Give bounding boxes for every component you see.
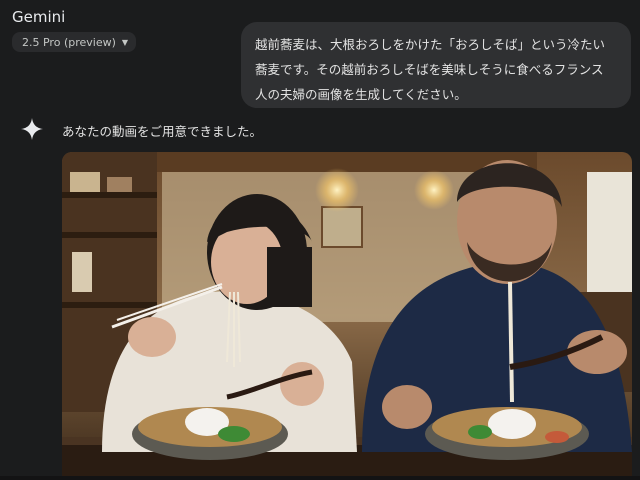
user-message-line: 人の夫婦の画像を生成してください。 [255, 87, 467, 102]
chevron-down-icon: ▼ [121, 37, 129, 47]
model-picker[interactable]: 2.5 Pro (preview) ▼ [12, 32, 137, 52]
bottom-edge [0, 476, 640, 480]
app-title: Gemini [12, 8, 66, 26]
response-text: あなたの動画をご用意できました。 [62, 124, 263, 139]
model-label: 2.5 Pro (preview) [22, 35, 116, 49]
user-message-line: 蕎麦です。その越前おろしそばを美味しそうに食べるフランス [255, 62, 604, 77]
video-frame [62, 152, 632, 480]
user-message-bubble: 越前蕎麦は、大根おろしをかけた「おろしそば」という冷たい 蕎麦です。その越前おろ… [241, 22, 631, 108]
sparkle-icon [21, 118, 43, 140]
generated-video[interactable] [62, 152, 632, 480]
user-message-line: 越前蕎麦は、大根おろしをかけた「おろしそば」という冷たい [255, 37, 606, 52]
